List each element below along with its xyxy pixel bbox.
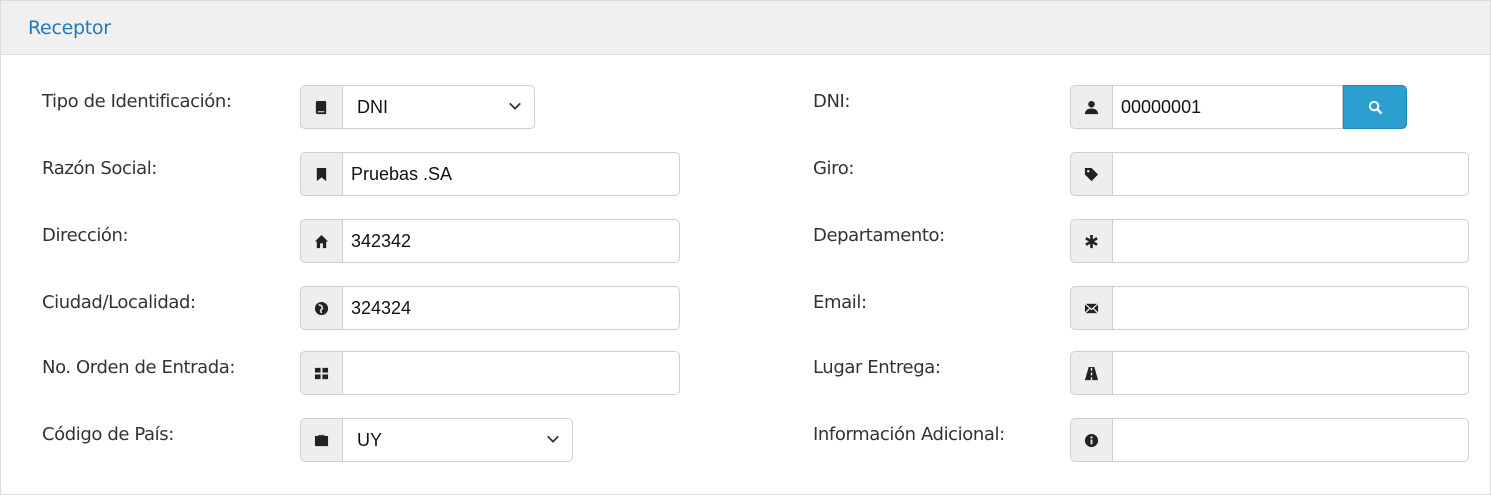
- ciudad-label: Ciudad/Localidad:: [42, 292, 196, 313]
- panel-title: Receptor: [28, 17, 111, 39]
- info-adicional-input[interactable]: [1112, 418, 1469, 462]
- codigo-pais-select[interactable]: UY: [342, 418, 573, 462]
- search-button[interactable]: [1343, 85, 1407, 129]
- departamento-label: Departamento:: [813, 225, 945, 246]
- user-icon: [1070, 85, 1112, 129]
- giro-label: Giro:: [813, 158, 855, 179]
- tipo-identificacion-select[interactable]: DNI: [342, 85, 535, 129]
- briefcase-icon: [300, 418, 342, 462]
- departamento-input[interactable]: [1112, 219, 1469, 263]
- road-icon: [1070, 351, 1112, 395]
- orden-entrada-input[interactable]: [342, 351, 680, 395]
- email-label: Email:: [813, 292, 867, 313]
- panel-header: Receptor: [1, 1, 1490, 55]
- chevron-down-icon: [546, 430, 560, 451]
- lugar-entrega-group: [1070, 351, 1469, 395]
- lugar-entrega-label: Lugar Entrega:: [813, 357, 941, 378]
- direccion-group: 342342: [300, 219, 680, 263]
- info-icon: [1070, 418, 1112, 462]
- bookmark-icon: [300, 152, 342, 196]
- home-icon: [300, 219, 342, 263]
- dni-group: 00000001: [1070, 85, 1407, 129]
- razon-social-label: Razón Social:: [42, 158, 157, 179]
- tipo-identificacion-value: DNI: [357, 96, 388, 117]
- razon-social-input[interactable]: Pruebas .SA: [342, 152, 680, 196]
- giro-group: [1070, 152, 1469, 196]
- orden-entrada-group: [300, 351, 680, 395]
- book-icon: [300, 85, 342, 129]
- search-icon: [1368, 100, 1382, 114]
- info-adicional-group: [1070, 418, 1469, 462]
- codigo-pais-label: Código de País:: [42, 424, 174, 445]
- giro-input[interactable]: [1112, 152, 1469, 196]
- email-group: [1070, 286, 1469, 330]
- asterisk-icon: [1070, 219, 1112, 263]
- info-adicional-label: Información Adicional:: [813, 424, 1005, 445]
- departamento-group: [1070, 219, 1469, 263]
- receptor-panel: Receptor Tipo de Identificación: DNI Raz…: [0, 0, 1491, 495]
- chevron-down-icon: [508, 97, 522, 118]
- lugar-entrega-input[interactable]: [1112, 351, 1469, 395]
- tipo-identificacion-group: DNI: [300, 85, 535, 129]
- globe-icon: [300, 286, 342, 330]
- tag-icon: [1070, 152, 1112, 196]
- ciudad-group: 324324: [300, 286, 680, 330]
- direccion-label: Dirección:: [42, 225, 129, 246]
- ciudad-input[interactable]: 324324: [342, 286, 680, 330]
- dni-input[interactable]: 00000001: [1112, 85, 1343, 129]
- dni-label: DNI:: [813, 91, 851, 112]
- grid-icon: [300, 351, 342, 395]
- codigo-pais-group: UY: [300, 418, 573, 462]
- codigo-pais-value: UY: [357, 429, 383, 450]
- email-input[interactable]: [1112, 286, 1469, 330]
- tipo-identificacion-label: Tipo de Identificación:: [42, 91, 232, 112]
- razon-social-group: Pruebas .SA: [300, 152, 680, 196]
- orden-entrada-label: No. Orden de Entrada:: [42, 357, 236, 378]
- direccion-input[interactable]: 342342: [342, 219, 680, 263]
- envelope-icon: [1070, 286, 1112, 330]
